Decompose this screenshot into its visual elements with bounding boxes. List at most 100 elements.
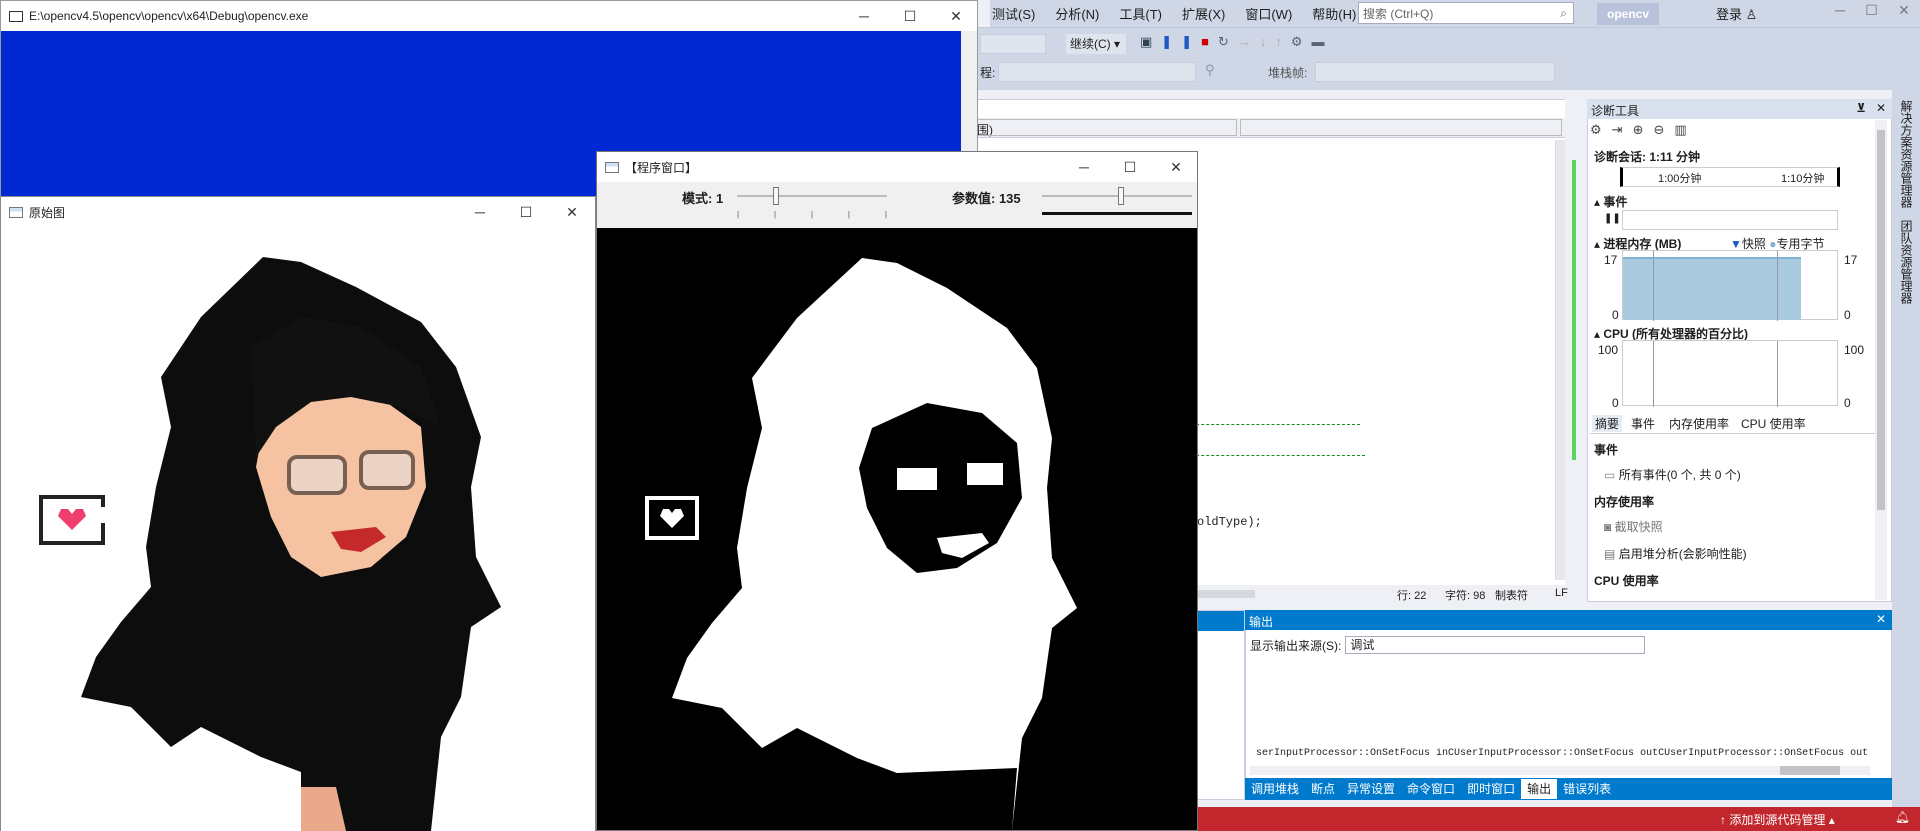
stop-icon[interactable]: ■ xyxy=(1201,34,1218,49)
minimize-icon[interactable]: ─ xyxy=(841,1,887,31)
trackbar-param-thumb[interactable] xyxy=(1118,187,1125,205)
vs-search-input[interactable]: 搜索 (Ctrl+Q) ⌕ xyxy=(1358,2,1574,24)
cpu-min-left: 0 xyxy=(1612,396,1619,410)
close-icon[interactable]: ✕ xyxy=(933,1,979,31)
restart-icon[interactable]: ↻ xyxy=(1218,34,1238,49)
diag-session: 诊断会话: 1:11 分钟 xyxy=(1594,150,1701,164)
tab-breakpoints[interactable]: 断点 xyxy=(1305,779,1341,799)
minimize-icon[interactable]: ─ xyxy=(1835,2,1845,19)
events-pause-icon[interactable]: ❚❚ xyxy=(1604,213,1621,224)
continue-button[interactable]: 继续(C) ▾ xyxy=(1066,34,1126,54)
original-title-bar: 原始图 ─ ☐ ✕ xyxy=(1,197,595,227)
menu-test[interactable]: 测试(S) xyxy=(992,4,1035,23)
diag-vscroll[interactable] xyxy=(1875,120,1887,600)
tab-cpu[interactable]: CPU 使用率 xyxy=(1741,415,1806,432)
zoom-out-icon[interactable]: ⊖ xyxy=(1653,122,1674,137)
output-title: 输出 xyxy=(1249,615,1274,629)
right-sidebar: 解决方案资源管理器 团队资源管理器 xyxy=(1892,90,1920,810)
menu-analyze[interactable]: 分析(N) xyxy=(1055,4,1099,23)
snapshot-legend: 快照 xyxy=(1741,237,1766,251)
export-icon[interactable]: ⇥ xyxy=(1612,122,1633,137)
original-title: 原始图 xyxy=(29,205,66,220)
bell-icon[interactable]: 🔔︎ xyxy=(1895,810,1910,824)
search-icon[interactable]: ⌕ xyxy=(1560,6,1567,21)
menu-help[interactable]: 帮助(H) xyxy=(1312,4,1356,23)
close-icon[interactable]: ✕ xyxy=(1876,612,1886,626)
trackbar-mode[interactable]: | | | | | xyxy=(737,182,887,219)
tab-memory[interactable]: 内存使用率 xyxy=(1669,415,1729,432)
tab-output[interactable]: 输出 xyxy=(1521,779,1558,799)
cpu-max-left: 100 xyxy=(1598,343,1619,357)
step-icon[interactable]: →↓↑ xyxy=(1238,34,1291,49)
tab-summary[interactable]: 摘要 xyxy=(1592,415,1623,432)
glasses-right xyxy=(359,450,415,490)
minimize-icon[interactable]: ─ xyxy=(1061,152,1107,182)
tab-error-list[interactable]: 错误列表 xyxy=(1557,779,1617,799)
trackbar-mode-thumb[interactable] xyxy=(773,187,779,205)
tab-events[interactable]: 事件 xyxy=(1631,415,1655,432)
program-window: 【程序窗口】 ─ ☐ ✕ 模式: 1 | | | | | 参数值: 135 xyxy=(596,151,1198,831)
close-icon[interactable]: ✕ xyxy=(549,197,595,227)
close-icon[interactable]: ✕ xyxy=(1898,2,1910,19)
diag-tabs: 摘要 事件 内存使用率 CPU 使用率 xyxy=(1590,412,1880,434)
solution-name-badge: opencv xyxy=(1597,3,1659,25)
all-events-label: 所有事件(0 个, 共 0 个) xyxy=(1618,468,1741,482)
stack-frame-dropdown[interactable] xyxy=(1315,62,1555,82)
sidebar-item-solution-explorer[interactable]: 解决方案资源管理器 xyxy=(1898,100,1915,208)
tab-command-window[interactable]: 命令窗口 xyxy=(1401,779,1461,799)
close-icon[interactable]: ✕ xyxy=(1153,152,1199,182)
tab-immediate-window[interactable]: 即时窗口 xyxy=(1461,779,1521,799)
section-events: 事件 xyxy=(1594,443,1619,457)
events-icon: ▭ xyxy=(1604,468,1616,482)
camera-icon[interactable]: ▣ xyxy=(1140,34,1161,49)
editor-vscroll[interactable] xyxy=(1555,140,1565,580)
bookmark-icon[interactable]: ▬ xyxy=(1312,34,1334,49)
source-control-button[interactable]: ↑ 添加到源代码管理 ▴ xyxy=(1720,811,1835,828)
tab-exception-settings[interactable]: 异常设置 xyxy=(1341,779,1401,799)
settings-icon[interactable]: ⚙ xyxy=(1590,122,1612,137)
trackbar-param[interactable] xyxy=(1042,182,1192,218)
cpu-min-right: 0 xyxy=(1844,396,1851,410)
maximize-icon[interactable]: ☐ xyxy=(1107,152,1153,182)
process-label: 程: xyxy=(980,66,996,80)
timeline-tick-1: 1:00分钟 xyxy=(1658,173,1702,185)
maximize-icon[interactable]: ☐ xyxy=(503,197,549,227)
tab-call-stack[interactable]: 调用堆栈 xyxy=(1245,779,1305,799)
chart-icon[interactable]: ▥ xyxy=(1674,122,1696,137)
events-track xyxy=(1622,210,1838,230)
heap-profiling-row[interactable]: ▤ 启用堆分析(会影响性能) xyxy=(1604,545,1747,562)
menu-tools[interactable]: 工具(T) xyxy=(1119,4,1162,23)
mem-min-right: 0 xyxy=(1844,308,1851,322)
maximize-icon[interactable]: ☐ xyxy=(1865,2,1878,19)
diag-scroll-thumb[interactable] xyxy=(1877,130,1885,510)
minimize-icon[interactable]: ─ xyxy=(457,197,503,227)
output-source-dropdown[interactable]: 调试 xyxy=(1345,636,1646,654)
section-cpu: CPU 使用率 xyxy=(1594,574,1659,588)
close-icon[interactable]: ✕ xyxy=(1876,101,1886,115)
maximize-icon[interactable]: ☐ xyxy=(887,1,933,31)
output-hscroll-thumb[interactable] xyxy=(1780,766,1840,775)
pause-icon[interactable]: ❚❚ xyxy=(1161,34,1201,49)
threshold-eye-right xyxy=(967,463,1003,485)
menu-extensions[interactable]: 扩展(X) xyxy=(1182,4,1225,23)
menu-window[interactable]: 窗口(W) xyxy=(1245,4,1292,23)
left-bottom-pane xyxy=(1195,610,1245,800)
status-char: 字符: 98 xyxy=(1445,590,1486,602)
editor-change-bar xyxy=(1572,160,1576,460)
timeline-tick-2: 1:10分钟 xyxy=(1781,173,1825,185)
sidebar-item-team-explorer[interactable]: 团队资源管理器 xyxy=(1898,220,1915,304)
all-events-row[interactable]: ▭ 所有事件(0 个, 共 0 个) xyxy=(1604,466,1741,483)
zoom-in-icon[interactable]: ⊕ xyxy=(1633,122,1654,137)
login-link[interactable]: 登录 ♙ xyxy=(1716,4,1757,23)
process-dropdown[interactable] xyxy=(998,62,1196,82)
output-text: serInputProcessor::OnSetFocus inCUserInp… xyxy=(1256,748,1869,759)
output-hscroll[interactable] xyxy=(1250,766,1870,775)
take-snapshot-row[interactable]: ◙ 截取快照 xyxy=(1604,518,1663,535)
pin-icon[interactable]: ⊻ xyxy=(1856,101,1866,115)
toolbar-dropdown-left[interactable] xyxy=(980,34,1046,54)
member-dropdown[interactable] xyxy=(1240,119,1562,136)
filter-icon[interactable]: ⚲ xyxy=(1205,62,1215,78)
scope-dropdown[interactable] xyxy=(975,119,1237,136)
trackbar-mode-ticks: | | | | | xyxy=(737,210,887,219)
hex-icon[interactable]: ⚙ xyxy=(1291,34,1312,49)
